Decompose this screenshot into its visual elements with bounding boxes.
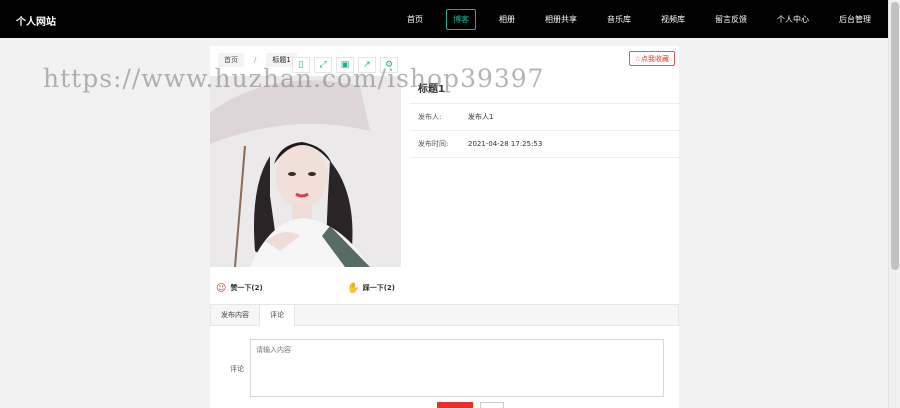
like-button[interactable]: ☺ 赞一下(2) — [216, 283, 263, 294]
nav-home[interactable]: 首页 — [400, 9, 430, 30]
dislike-label: 踩一下(2) — [362, 284, 395, 292]
dislike-button[interactable]: ✋ 踩一下(2) — [347, 283, 395, 294]
nav-album[interactable]: 相册 — [492, 9, 522, 30]
reaction-row: ☺ 赞一下(2) ✋ 踩一下(2) — [210, 278, 401, 298]
tab-content[interactable]: 发布内容 — [211, 305, 259, 325]
publisher-label: 发布人: — [418, 113, 442, 121]
comment-input[interactable] — [250, 339, 664, 397]
nav-music[interactable]: 音乐库 — [600, 9, 638, 30]
submit-button[interactable] — [437, 402, 473, 408]
smile-icon: ☺ — [216, 282, 227, 294]
top-navbar: 个人网站 首页 博客 相册 相册共享 音乐库 视频库 留言反馈 个人中心 后台管… — [0, 0, 888, 38]
time-value: 2021-04-28 17:25:53 — [468, 140, 543, 148]
nav-album-share[interactable]: 相册共享 — [538, 9, 584, 30]
page-scrollbar[interactable] — [888, 0, 900, 408]
scroll-thumb[interactable] — [891, 2, 899, 270]
tab-comment[interactable]: 评论 — [259, 305, 295, 326]
publisher-value: 发布人1 — [468, 113, 494, 121]
cover-photo-illustration — [210, 76, 401, 267]
site-brand[interactable]: 个人网站 — [16, 13, 56, 28]
nav-blog[interactable]: 博客 — [446, 8, 476, 30]
reset-button[interactable] — [480, 402, 504, 408]
content-tabs: 发布内容 评论 — [210, 304, 679, 326]
cover-image — [210, 76, 401, 267]
nav-user-center[interactable]: 个人中心 — [770, 9, 816, 30]
nav-admin[interactable]: 后台管理 — [832, 9, 878, 30]
time-label: 发布时间: — [418, 140, 449, 148]
nav-video[interactable]: 视频库 — [654, 9, 692, 30]
nav-feedback[interactable]: 留言反馈 — [708, 9, 754, 30]
like-label: 赞一下(2) — [230, 284, 263, 292]
blog-detail-panel: 首页 / 标题1 ▯ ⤢ ▣ ↗ ⚙ ☆点我收藏 标题1 发布人: 发布人1 发… — [210, 46, 679, 408]
comment-label: 评论 — [230, 365, 244, 373]
watermark-text: https://www.huzhan.com/ishop39397 — [43, 64, 545, 93]
time-row: 发布时间: 2021-04-28 17:25:53 — [410, 131, 679, 158]
publisher-row: 发布人: 发布人1 — [410, 104, 679, 131]
thumb-down-icon: ✋ — [347, 282, 360, 294]
favorite-button[interactable]: ☆点我收藏 — [628, 51, 675, 66]
breadcrumb-separator: / — [254, 56, 257, 64]
main-nav: 首页 博客 相册 相册共享 音乐库 视频库 留言反馈 个人中心 后台管理 — [384, 8, 878, 30]
